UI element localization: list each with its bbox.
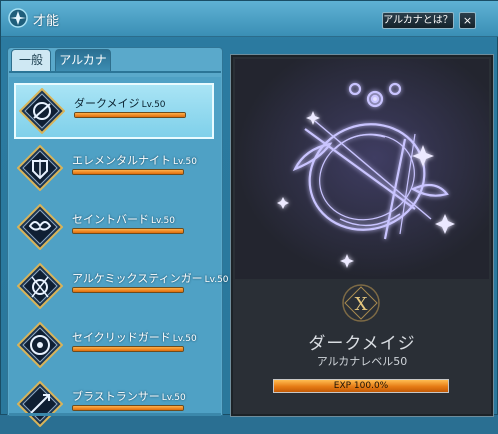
arcana-item-saint-bird[interactable]: セイントバード Lv.50 bbox=[14, 201, 214, 257]
exp-label: EXP 100.0% bbox=[333, 381, 389, 391]
arcana-numeral: X bbox=[355, 294, 368, 315]
arcana-item-blast-lancer[interactable]: ブラストランサー Lv.50 bbox=[14, 378, 214, 434]
arcana-progress-bar bbox=[72, 405, 184, 411]
sacred-guard-emblem-icon bbox=[17, 322, 63, 368]
dark-mage-sigil-icon bbox=[277, 82, 455, 268]
arcana-progress-bar bbox=[72, 169, 184, 175]
arcana-name: ダークメイジ bbox=[308, 334, 416, 354]
arcana-item-dark-mage[interactable]: ダークメイジ Lv.50 bbox=[14, 83, 214, 139]
elemental-knight-emblem-icon bbox=[17, 145, 63, 191]
arcana-level: アルカナレベル50 bbox=[316, 355, 408, 368]
arcana-artwork bbox=[235, 59, 489, 279]
arcana-progress-bar bbox=[72, 228, 184, 234]
exp-bar: EXP 100.0% bbox=[273, 379, 449, 393]
arcana-progress-bar bbox=[72, 346, 184, 352]
title-bar[interactable]: 才能 アルカナとは？ × bbox=[1, 1, 498, 37]
blast-lancer-emblem-icon bbox=[17, 381, 63, 427]
arcana-item-label: ブラストランサー Lv.50 bbox=[72, 390, 186, 403]
tab-arcana[interactable]: アルカナ bbox=[55, 49, 111, 71]
arcana-item-label: アルケミックスティンガー Lv.50 bbox=[72, 272, 229, 285]
arcana-item-label: ダークメイジ Lv.50 bbox=[74, 97, 166, 110]
talent-icon bbox=[8, 8, 28, 28]
arcana-help-button[interactable]: アルカナとは？ bbox=[382, 12, 454, 29]
saint-bird-emblem-icon bbox=[17, 204, 63, 250]
tab-divider bbox=[9, 71, 221, 73]
arcana-progress-bar bbox=[74, 112, 186, 118]
dark-mage-emblem-icon bbox=[19, 88, 65, 134]
arcana-item-elemental-knight[interactable]: エレメンタルナイト Lv.50 bbox=[14, 142, 214, 198]
arcana-list: ダークメイジ Lv.50 エレメンタルナイト Lv.50 セイントバード Lv.50 bbox=[9, 77, 229, 427]
arcana-item-alchemic-stinger[interactable]: アルケミックスティンガー Lv.50 bbox=[14, 260, 229, 316]
arcana-progress-bar bbox=[72, 287, 184, 293]
alchemic-stinger-emblem-icon bbox=[17, 263, 63, 309]
close-button[interactable]: × bbox=[459, 12, 476, 29]
arcana-item-label: セイントバード Lv.50 bbox=[72, 213, 175, 226]
window-title: 才能 bbox=[33, 14, 60, 29]
tab-general[interactable]: 一般 bbox=[11, 49, 51, 71]
arcana-numeral-badge: X bbox=[342, 284, 380, 322]
arcana-item-sacred-guard[interactable]: セイクリッドガード Lv.50 bbox=[14, 319, 214, 375]
talent-window: 才能 アルカナとは？ × 一般 アルカナ ダークメイジ Lv.50 エレメンタル… bbox=[0, 0, 498, 427]
arcana-item-label: エレメンタルナイト Lv.50 bbox=[72, 154, 197, 167]
arcana-item-label: セイクリッドガード Lv.50 bbox=[72, 331, 197, 344]
arcana-detail-panel: X ダークメイジ アルカナレベル50 EXP 100.0% bbox=[230, 54, 494, 417]
